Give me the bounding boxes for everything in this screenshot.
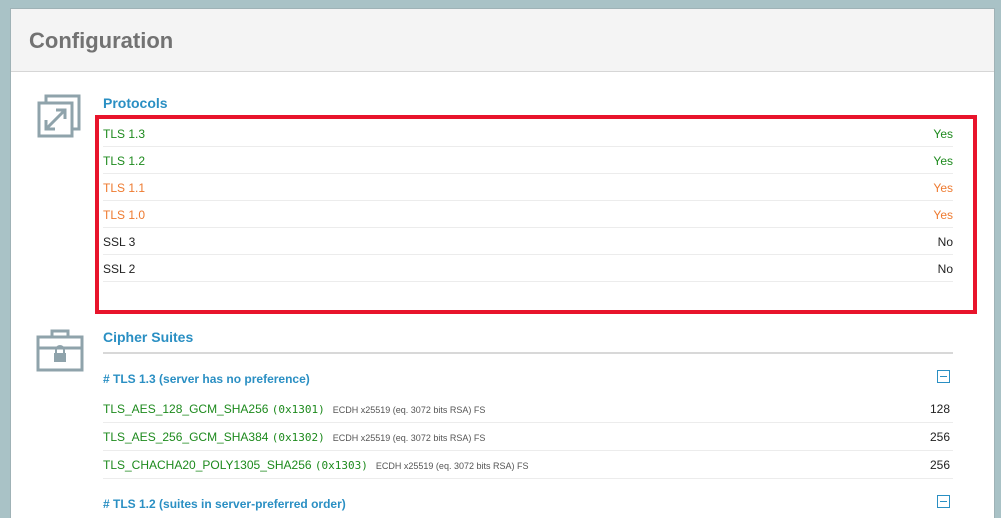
cipher-suite-code: (0x1303) (314, 459, 368, 472)
cipher-suite-row: TLS_AES_256_GCM_SHA384 (0x1302) ECDH x255… (103, 422, 953, 451)
cipher-suite-code: (0x1301) (271, 403, 325, 416)
cipher-suite-info: ECDH x25519 (eq. 3072 bits RSA) FS (375, 461, 529, 471)
cipher-group-tls12-title: # TLS 1.2 (suites in server-preferred or… (103, 497, 346, 511)
collapse-minus-icon[interactable] (937, 370, 950, 383)
cipher-suite-code: (0x1302) (271, 431, 325, 444)
cipher-suites-title: Cipher Suites (103, 329, 194, 345)
configuration-panel: Configuration Protocols TLS 1.3 Yes TLS … (10, 8, 995, 518)
cipher-suite-name: TLS_AES_256_GCM_SHA384 (0x1302) ECDH x255… (103, 430, 486, 444)
panel-title: Configuration (29, 28, 174, 53)
protocols-title: Protocols (103, 95, 168, 111)
panel-header: Configuration (11, 9, 994, 72)
collapse-minus-icon[interactable] (937, 495, 950, 508)
cipher-suite-info: ECDH x25519 (eq. 3072 bits RSA) FS (332, 405, 486, 415)
expand-arrows-icon (37, 94, 83, 145)
cipher-suite-bits: 128 (929, 402, 950, 416)
cipher-group-tls13-title: # TLS 1.3 (server has no preference) (103, 372, 310, 386)
section-divider (103, 352, 953, 354)
cipher-suite-name: TLS_CHACHA20_POLY1305_SHA256 (0x1303) ECD… (103, 458, 529, 472)
cipher-suite-row: TLS_CHACHA20_POLY1305_SHA256 (0x1303) ECD… (103, 450, 953, 479)
cipher-suite-bits: 256 (929, 430, 950, 444)
cipher-suite-info: ECDH x25519 (eq. 3072 bits RSA) FS (332, 433, 486, 443)
locked-toolbox-icon (36, 327, 84, 378)
cipher-suite-name: TLS_AES_128_GCM_SHA256 (0x1301) ECDH x255… (103, 402, 486, 416)
protocols-highlight-box (95, 115, 977, 314)
cipher-suite-bits: 256 (929, 458, 950, 472)
cipher-suite-row: TLS_AES_128_GCM_SHA256 (0x1301) ECDH x255… (103, 394, 953, 423)
